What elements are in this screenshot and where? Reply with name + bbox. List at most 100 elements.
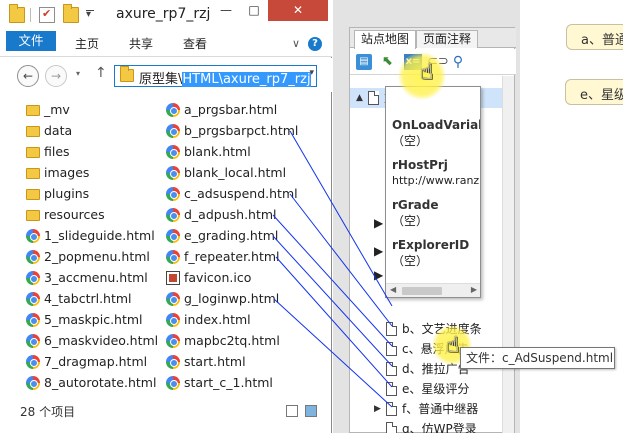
tab-file[interactable]: 文件 [6,31,56,51]
file-name: c_adsuspend.html [184,186,298,201]
address-selected-text: HTML\axure_rp7_rzj [182,72,311,87]
file-name: a_prgsbar.html [184,102,278,117]
page-label: e、星级评分 [402,382,470,396]
scroll-right-icon[interactable]: ▶ [471,285,477,294]
expand-toggle-icon[interactable]: ▶ [374,244,383,258]
html-file-icon [166,250,180,264]
hand-cursor-icon: ☝ [420,60,434,85]
popup-horizontal-scrollbar[interactable]: ◀ ▶ [386,283,480,297]
tab-home[interactable]: 主页 [64,31,110,57]
customize-toolbar-icon[interactable]: ▾ [86,9,94,20]
folder-icon [26,126,40,137]
folder-icon [26,147,40,158]
ico-file-icon [166,271,180,285]
chevron-down-icon[interactable]: ▾ [309,68,314,78]
html-file-icon [166,376,180,390]
title-bar: ▾ axure_rp7_rzj — □ ✕ [0,0,332,31]
address-field[interactable]: 原型集\HTML\axure_rp7_rzj ▾ [114,65,317,87]
panel-scrollbar[interactable] [502,76,514,433]
tab-share[interactable]: 共享 [118,31,164,57]
tab-sitemap[interactable]: 站点地图 [354,30,417,49]
folder-icon [120,66,134,82]
panel-tabs: 站点地图 页面注释 [350,28,516,49]
search-icon[interactable]: ⚲ [450,54,466,70]
html-file-icon [166,145,180,159]
file-name: 5_maskpic.html [44,312,143,327]
variables-popup: ◀ ▶ OnLoadVariable （空） rHostPrjhttp://www.… [385,86,481,298]
variable-name[interactable]: OnLoadVariable [392,117,480,133]
file-name: mapbc2tq.html [184,333,280,348]
file-name: 2_popmenu.html [44,249,150,264]
expand-toggle-icon[interactable]: ▶ [374,268,383,282]
canvas-note-e[interactable]: e、星级 [565,79,623,105]
html-file-icon [166,229,180,243]
scroll-thumb[interactable] [402,287,442,295]
sitemap-page-item[interactable]: g、仿WP登录 [350,419,502,433]
folder-icon[interactable] [9,4,25,23]
folder-icon [26,210,40,221]
file-name: 1_slideguide.html [44,228,155,243]
file-name: blank.html [184,144,251,159]
scroll-left-icon[interactable]: ◀ [390,285,396,294]
html-file-icon [26,376,40,390]
html-file-icon [26,271,40,285]
expand-toggle-icon[interactable]: ▶ [374,216,383,230]
add-page-icon[interactable]: ▤ [356,54,372,70]
variable-value: http://www.ranzh [392,174,481,187]
hand-cursor-icon: ☝ [446,333,460,358]
close-button[interactable]: ✕ [268,0,328,21]
file-explorer-window: ▾ axure_rp7_rzj — □ ✕ 文件 主页 共享 查看 ∨ ? ← … [0,0,332,433]
file-name: blank_local.html [184,165,287,180]
recent-locations-icon[interactable]: ▾ [76,69,80,78]
up-button[interactable]: ↑ [95,65,107,81]
html-file-icon [26,313,40,327]
forward-button[interactable]: → [45,65,67,87]
address-path[interactable]: 原型集\HTML\axure_rp7_rzj [139,68,311,87]
flow-icon[interactable]: ⬉ [380,54,396,70]
html-file-icon [26,355,40,369]
file-name: start_c_1.html [184,375,273,390]
sitemap-page-item[interactable]: b、文艺进度条 [350,319,502,339]
html-file-icon [166,166,180,180]
ribbon-tabs: 文件 主页 共享 查看 ∨ ? [0,31,332,57]
file-name: 7_dragmap.html [44,354,148,369]
variable-name[interactable]: rGrade [392,197,439,213]
canvas-note-a[interactable]: a、普通 [566,24,623,50]
page-icon [386,382,397,396]
sitemap-page-item[interactable]: e、星级评分 [350,379,502,399]
file-name: f_repeater.html [184,249,280,264]
variable-name[interactable]: rHostPrj [392,157,448,173]
file-name: e_grading.html [184,228,279,243]
page-icon [386,422,397,433]
html-file-icon [26,250,40,264]
html-file-icon [166,313,180,327]
variable-name[interactable]: rExplorerID [392,237,469,253]
address-bar: ← → ▾ ↑ 原型集\HTML\axure_rp7_rzj ▾ [0,58,332,92]
file-name: files [44,144,70,159]
page-icon [368,91,379,105]
minimize-button[interactable]: — [212,0,240,21]
maximize-button[interactable]: □ [240,0,268,21]
file-name: 4_tabctrl.html [44,291,132,306]
expand-toggle-icon[interactable]: ▶ [374,399,381,419]
details-view-icon[interactable] [286,405,298,417]
file-name: favicon.ico [184,270,252,285]
file-name: b_prgsbarpct.html [184,123,299,138]
folder-icon [26,168,40,179]
file-name: _mv [44,102,70,117]
help-icon[interactable]: ? [308,37,322,51]
large-icons-view-icon[interactable] [305,405,317,417]
sitemap-page-item[interactable]: ▶ f、普通中继器 [350,399,502,419]
html-file-icon [26,334,40,348]
new-folder-icon[interactable] [63,4,79,23]
chevron-down-icon[interactable]: ∨ [292,37,300,50]
file-name: index.html [184,312,251,327]
variable-value: （空） [392,254,429,268]
tab-view[interactable]: 查看 [172,31,218,57]
expand-toggle-icon[interactable]: ▲ [356,88,363,108]
back-button[interactable]: ← [17,65,39,87]
folder-icon [26,105,40,116]
file-name: g_loginwp.html [184,291,280,306]
properties-icon[interactable] [39,7,55,23]
tab-page-notes[interactable]: 页面注释 [416,30,479,48]
